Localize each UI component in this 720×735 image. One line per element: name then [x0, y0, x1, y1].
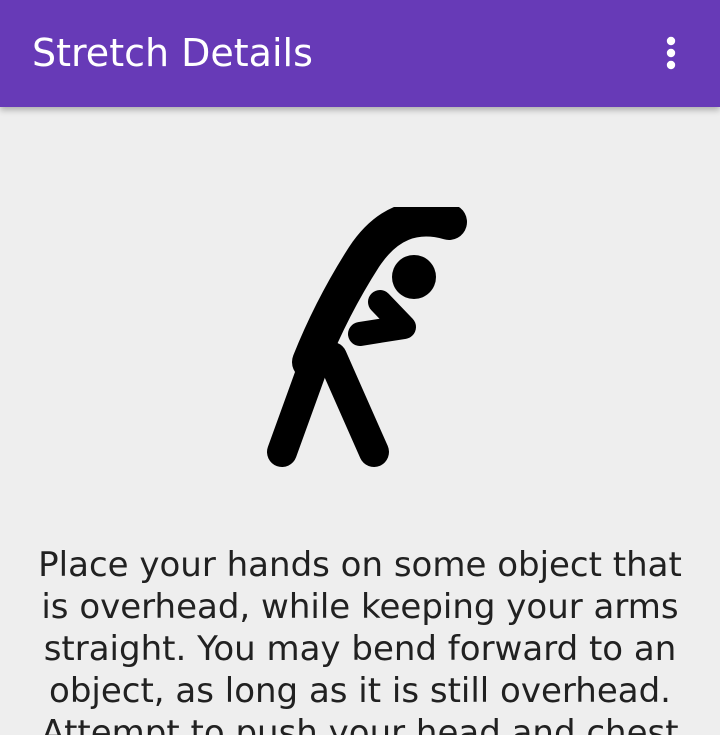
overflow-menu-button[interactable] [646, 28, 696, 78]
more-vert-icon [666, 36, 676, 70]
app-bar: Stretch Details [0, 0, 720, 107]
page-title: Stretch Details [32, 31, 313, 75]
stretch-details-content: Place your hands on some object that is … [0, 107, 720, 735]
stretch-description: Place your hands on some object that is … [38, 545, 682, 735]
stretch-illustration [0, 207, 720, 472]
side-stretch-figure-icon [267, 207, 467, 467]
